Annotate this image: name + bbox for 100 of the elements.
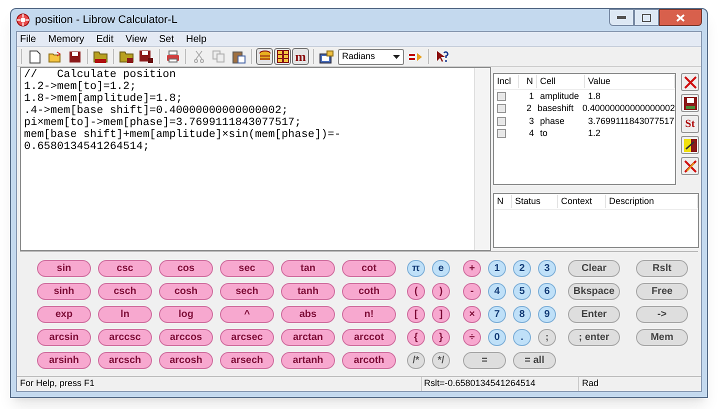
column-header[interactable]: N — [494, 194, 512, 208]
key[interactable]: */ — [432, 352, 450, 369]
command-button[interactable]: -> — [636, 306, 688, 323]
command-button[interactable]: Free — [636, 283, 688, 300]
key[interactable]: 6 — [538, 283, 556, 300]
function-key[interactable]: ln — [98, 306, 152, 323]
function-key[interactable]: arcsec — [220, 329, 274, 346]
key[interactable]: e — [432, 260, 450, 277]
command-button[interactable]: Enter — [568, 306, 620, 323]
function-key[interactable]: cos — [159, 260, 213, 277]
function-key[interactable]: csc — [98, 260, 152, 277]
delete-button[interactable] — [681, 73, 699, 91]
checkbox[interactable] — [497, 92, 506, 101]
save-button[interactable] — [681, 94, 699, 112]
key[interactable]: ; — [538, 329, 556, 346]
key[interactable]: { — [407, 329, 425, 346]
command-button[interactable]: Bkspace — [568, 283, 620, 300]
menu-item[interactable]: Set — [158, 32, 174, 46]
scrollbar[interactable] — [474, 68, 490, 250]
column-header[interactable]: Status — [512, 194, 558, 208]
function-key[interactable]: arcoth — [342, 352, 396, 369]
key[interactable]: } — [432, 329, 450, 346]
function-key[interactable]: ^ — [220, 306, 274, 323]
key[interactable]: . — [513, 329, 531, 346]
key[interactable]: 3 — [538, 260, 556, 277]
delete-all-button[interactable] — [681, 157, 699, 175]
key[interactable]: 9 — [538, 306, 556, 323]
settings-window-icon[interactable] — [318, 48, 335, 65]
store-button[interactable]: St — [681, 115, 699, 133]
key[interactable]: ] — [432, 306, 450, 323]
function-key[interactable]: exp — [37, 306, 91, 323]
checkbox[interactable] — [497, 104, 506, 114]
checkbox[interactable] — [497, 129, 506, 138]
memory-view-icon[interactable] — [256, 48, 273, 65]
expression-editor[interactable] — [20, 67, 491, 251]
key[interactable]: ( — [407, 283, 425, 300]
grid-view-icon[interactable] — [274, 48, 291, 65]
key[interactable]: /* — [407, 352, 425, 369]
function-key[interactable]: arctan — [281, 329, 335, 346]
function-key[interactable]: cot — [342, 260, 396, 277]
key[interactable]: 0 — [488, 329, 506, 346]
menu-item[interactable]: Edit — [96, 32, 114, 46]
key[interactable]: [ — [407, 306, 425, 323]
command-button[interactable]: Rslt — [636, 260, 688, 277]
function-key[interactable]: cosh — [159, 283, 213, 300]
key[interactable]: ÷ — [463, 329, 481, 346]
command-button[interactable]: Clear — [568, 260, 620, 277]
column-header[interactable]: Description — [606, 194, 698, 208]
function-key[interactable]: sin — [37, 260, 91, 277]
menu-item[interactable]: Help — [186, 32, 207, 46]
key[interactable]: 2 — [513, 260, 531, 277]
function-key[interactable]: tan — [281, 260, 335, 277]
column-header[interactable]: N — [519, 74, 537, 88]
close-button[interactable] — [659, 9, 702, 26]
function-key[interactable]: arsech — [220, 352, 274, 369]
maximize-button[interactable] — [634, 9, 659, 26]
key[interactable]: + — [463, 260, 481, 277]
function-key[interactable]: coth — [342, 283, 396, 300]
key[interactable]: ) — [432, 283, 450, 300]
key[interactable]: 5 — [513, 283, 531, 300]
function-key[interactable]: artanh — [281, 352, 335, 369]
minimize-button[interactable] — [609, 9, 634, 26]
edit-cell-button[interactable] — [681, 136, 699, 154]
print-icon[interactable] — [164, 48, 181, 65]
memory-mode-button[interactable]: m — [292, 48, 309, 65]
function-key[interactable]: arcsch — [98, 352, 152, 369]
key[interactable]: 4 — [488, 283, 506, 300]
key[interactable]: - — [463, 283, 481, 300]
function-key[interactable]: tanh — [281, 283, 335, 300]
key[interactable]: 7 — [488, 306, 506, 323]
column-header[interactable]: Value — [585, 74, 675, 88]
function-key[interactable]: arcosh — [159, 352, 213, 369]
column-header[interactable]: Context — [558, 194, 606, 208]
angle-mode-dropdown[interactable]: Radians — [338, 48, 404, 64]
command-button[interactable]: ; enter — [568, 329, 620, 346]
function-key[interactable]: csch — [98, 283, 152, 300]
menu-item[interactable]: Memory — [48, 32, 84, 46]
function-key[interactable]: sinh — [37, 283, 91, 300]
menu-item[interactable]: File — [20, 32, 36, 46]
function-key[interactable]: sech — [220, 283, 274, 300]
function-key[interactable]: arsinh — [37, 352, 91, 369]
function-key[interactable]: sec — [220, 260, 274, 277]
key[interactable]: = — [463, 352, 506, 369]
checkbox[interactable] — [497, 116, 506, 126]
column-header[interactable]: Incl — [494, 74, 519, 88]
function-key[interactable]: n! — [342, 306, 396, 323]
function-key[interactable]: arccos — [159, 329, 213, 346]
key[interactable]: 8 — [513, 306, 531, 323]
function-key[interactable]: log — [159, 306, 213, 323]
function-key[interactable]: arccot — [342, 329, 396, 346]
key[interactable]: π — [407, 260, 425, 277]
command-button[interactable]: Mem — [636, 329, 688, 346]
function-key[interactable]: arcsin — [37, 329, 91, 346]
key[interactable]: = all — [513, 352, 556, 369]
save-memory-icon[interactable] — [138, 48, 155, 65]
column-header[interactable]: Cell — [537, 74, 585, 88]
key[interactable]: × — [463, 306, 481, 323]
key[interactable]: 1 — [488, 260, 506, 277]
function-key[interactable]: arccsc — [98, 329, 152, 346]
function-key[interactable]: abs — [281, 306, 335, 323]
